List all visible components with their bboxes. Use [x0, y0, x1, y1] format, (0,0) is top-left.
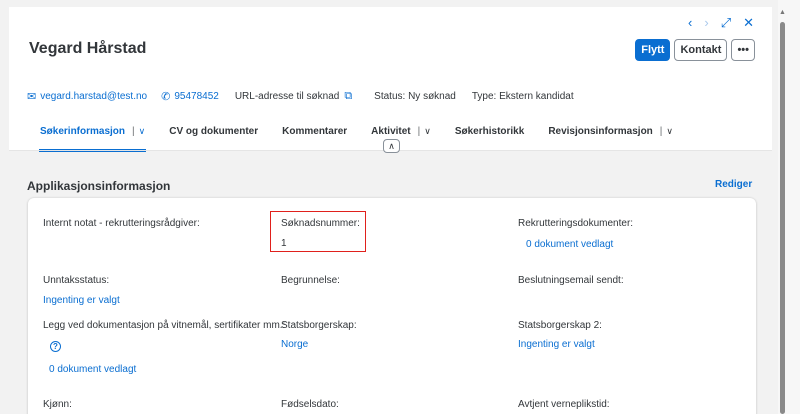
citizenship2-field: Statsborgerskap 2: Ingenting er valgt	[518, 320, 602, 350]
header-nav-controls: ‹ › ⤢ ✕	[688, 16, 754, 30]
tab-label: Søkerhistorikk	[454, 125, 525, 137]
field-value[interactable]: Norge	[281, 339, 357, 350]
application-info-card: Internt notat - rekrutteringsrådgiver: S…	[28, 198, 756, 414]
tab-revision-info[interactable]: Revisjonsinformasjon | ∨	[548, 123, 673, 139]
tab-activity[interactable]: Aktivitet | ∨	[371, 123, 431, 139]
field-label: Kjønn:	[43, 399, 72, 410]
more-actions-button[interactable]: •••	[731, 39, 755, 61]
contact-button[interactable]: Kontakt	[674, 39, 728, 61]
application-url-label: URL-adresse til søknad	[234, 91, 340, 102]
candidate-meta: ✉ vegard.harstad@test.no ✆ 95478452 URL-…	[27, 90, 574, 103]
candidate-type: Type: Ekstern kandidat	[471, 91, 574, 102]
tab-cv-documents[interactable]: CV og dokumenter	[169, 123, 258, 139]
scroll-up-icon[interactable]: ▲	[779, 9, 786, 16]
move-button[interactable]: Flytt	[635, 39, 671, 61]
expand-icon[interactable]: ⤢	[721, 16, 731, 30]
email-item[interactable]: ✉ vegard.harstad@test.no	[27, 90, 147, 103]
gender-field: Kjønn:	[43, 399, 72, 410]
tab-label: Søkerinformasjon	[40, 125, 126, 137]
attach-docs-link[interactable]: 0 dokument vedlagt	[49, 364, 285, 375]
tab-applicant-history[interactable]: Søkerhistorikk	[455, 123, 524, 139]
field-value[interactable]: Ingenting er valgt	[43, 295, 120, 306]
tab-applicant-info[interactable]: Søkerinformasjon | ∨	[38, 123, 147, 152]
recruitment-docs-field: Rekrutteringsdokumenter: 0 dokument vedl…	[518, 218, 633, 250]
decision-email-field: Beslutningsemail sendt:	[518, 275, 624, 286]
justification-field: Begrunnelse:	[281, 275, 340, 286]
previous-icon[interactable]: ‹	[688, 16, 692, 30]
tab-separator: |	[659, 125, 663, 137]
birthdate-field: Fødselsdato:	[281, 399, 339, 410]
phone-link[interactable]: 95478452	[174, 91, 219, 102]
object-page-header: ‹ › ⤢ ✕ Vegard Hårstad Flytt Kontakt •••…	[9, 7, 772, 152]
exception-status-field: Unntaksstatus: Ingenting er valgt	[43, 275, 120, 306]
field-value[interactable]: Ingenting er valgt	[518, 339, 602, 350]
attach-docs-field: Legg ved dokumentasjon på vitnemål, sert…	[43, 320, 285, 375]
tab-separator: |	[417, 125, 421, 137]
edit-link[interactable]: Rediger	[715, 179, 752, 190]
tab-label: Kommentarer	[282, 125, 348, 137]
field-label: Statsborgerskap:	[281, 320, 357, 331]
tab-label: Aktivitet	[371, 125, 411, 137]
copy-icon[interactable]: ⧉	[344, 90, 352, 103]
citizenship-field: Statsborgerskap: Norge	[281, 320, 357, 350]
mail-icon: ✉	[27, 91, 37, 103]
scrollbar-thumb[interactable]	[780, 22, 785, 414]
help-icon-wrapper: ?	[50, 341, 285, 352]
field-label: Begrunnelse:	[281, 275, 340, 286]
highlight-box	[270, 211, 366, 252]
field-label: Rekrutteringsdokumenter:	[518, 218, 634, 229]
next-icon[interactable]: ›	[704, 16, 708, 30]
field-label: Fødselsdato:	[281, 399, 339, 410]
field-label: Internt notat - rekrutteringsrådgiver:	[43, 218, 200, 229]
page-title: Vegard Hårstad	[29, 40, 147, 57]
field-label: Avtjent verneplikstid:	[518, 399, 610, 410]
internal-note-field: Internt notat - rekrutteringsrådgiver:	[43, 218, 200, 229]
application-url: URL-adresse til søknad ⧉	[235, 90, 356, 103]
field-label: Statsborgerskap 2:	[518, 320, 602, 331]
collapse-header-button[interactable]: ∧	[383, 139, 400, 153]
tab-label: Revisjonsinformasjon	[548, 125, 653, 137]
vertical-scrollbar[interactable]: ▲	[778, 0, 800, 414]
chevron-down-icon[interactable]: ∨	[139, 126, 146, 137]
tab-label: CV og dokumenter	[169, 125, 259, 137]
chevron-down-icon[interactable]: ∨	[424, 126, 431, 137]
phone-item[interactable]: ✆ 95478452	[161, 90, 219, 103]
close-icon[interactable]: ✕	[743, 16, 754, 30]
tab-comments[interactable]: Kommentarer	[282, 123, 347, 139]
tab-separator: |	[132, 125, 135, 137]
section-title: Applikasjonsinformasjon	[27, 179, 171, 193]
tab-bar: Søkerinformasjon | ∨ CV og dokumenter Ko…	[38, 123, 697, 152]
email-link[interactable]: vegard.harstad@test.no	[40, 91, 147, 102]
field-label: Unntaksstatus:	[43, 275, 110, 286]
field-label: Legg ved dokumentasjon på vitnemål, sert…	[43, 320, 286, 331]
help-icon[interactable]: ?	[50, 341, 61, 352]
chevron-down-icon[interactable]: ∨	[666, 126, 673, 137]
field-label: Beslutningsemail sendt:	[518, 275, 624, 286]
military-service-field: Avtjent verneplikstid:	[518, 399, 610, 410]
recruitment-docs-link[interactable]: 0 dokument vedlagt	[526, 239, 633, 250]
status-text: Status: Ny søknad	[374, 91, 456, 102]
phone-icon: ✆	[161, 91, 171, 103]
header-actions: Flytt Kontakt •••	[635, 39, 755, 61]
chevron-up-icon: ∧	[388, 140, 395, 151]
